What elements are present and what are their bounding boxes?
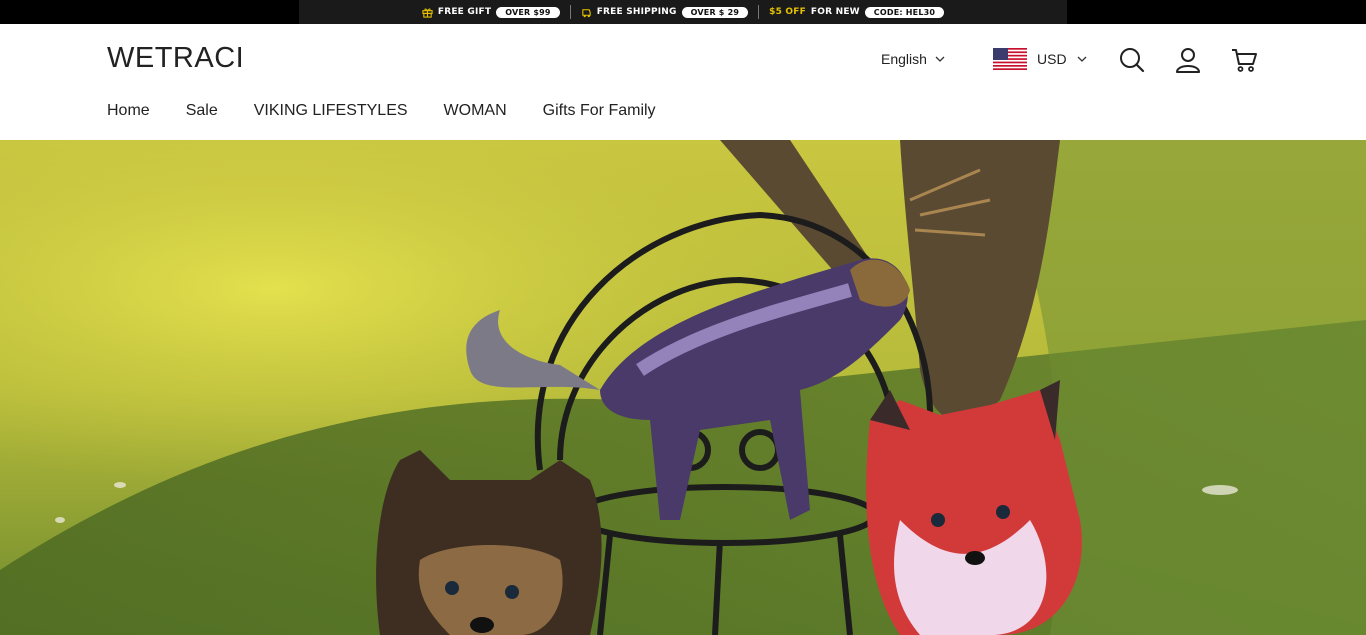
nav-item-woman[interactable]: WOMAN bbox=[444, 102, 507, 120]
promo-new-customer-label: FOR NEW bbox=[810, 7, 860, 17]
hero-banner[interactable] bbox=[0, 140, 1366, 635]
search-icon bbox=[1120, 48, 1145, 73]
promo-free-shipping[interactable]: FREE SHIPPING OVER $ 29 bbox=[581, 6, 749, 18]
promo-free-gift[interactable]: FREE GIFT OVER $99 bbox=[422, 6, 560, 18]
nav-item-home[interactable]: Home bbox=[107, 102, 150, 120]
promo-free-shipping-label: FREE SHIPPING bbox=[596, 7, 677, 17]
promo-free-gift-pill: OVER $99 bbox=[496, 6, 560, 18]
cart-icon bbox=[1232, 49, 1257, 72]
truck-icon bbox=[581, 8, 591, 17]
chevron-down-icon bbox=[1077, 56, 1087, 62]
promo-code-pill: CODE: HEL30 bbox=[864, 6, 945, 18]
hero-image bbox=[0, 140, 1366, 635]
language-selector[interactable]: English bbox=[881, 51, 945, 67]
account-icon bbox=[1176, 48, 1200, 73]
site-header: WETRACI English USD Home Sale VIKING LIF… bbox=[0, 24, 1366, 140]
announcement-divider bbox=[569, 5, 571, 19]
site-logo[interactable]: WETRACI bbox=[107, 42, 244, 75]
language-label: English bbox=[881, 51, 927, 67]
main-navigation: Home Sale VIKING LIFESTYLES WOMAN Gifts … bbox=[107, 102, 656, 120]
us-flag-icon bbox=[993, 48, 1027, 70]
promo-free-shipping-pill: OVER $ 29 bbox=[681, 6, 749, 18]
announcement-content: FREE GIFT OVER $99 FREE SHIPPING OVER $ … bbox=[299, 0, 1067, 24]
nav-item-gifts-for-family[interactable]: Gifts For Family bbox=[543, 102, 656, 120]
currency-selector[interactable]: USD bbox=[993, 48, 1087, 70]
announcement-divider bbox=[758, 5, 760, 19]
gift-icon bbox=[422, 7, 433, 18]
promo-discount-amount: $5 OFF bbox=[769, 7, 806, 17]
promo-free-gift-label: FREE GIFT bbox=[437, 7, 492, 17]
chevron-down-icon bbox=[935, 56, 945, 62]
search-button[interactable] bbox=[1118, 46, 1146, 74]
cart-button[interactable] bbox=[1230, 46, 1258, 74]
promo-new-customer[interactable]: $5 OFF FOR NEW CODE: HEL30 bbox=[769, 6, 945, 18]
account-button[interactable] bbox=[1174, 46, 1202, 74]
currency-label: USD bbox=[1037, 51, 1067, 67]
announcement-bar: FREE GIFT OVER $99 FREE SHIPPING OVER $ … bbox=[0, 0, 1366, 24]
nav-item-viking-lifestyles[interactable]: VIKING LIFESTYLES bbox=[254, 102, 408, 120]
nav-item-sale[interactable]: Sale bbox=[186, 102, 218, 120]
